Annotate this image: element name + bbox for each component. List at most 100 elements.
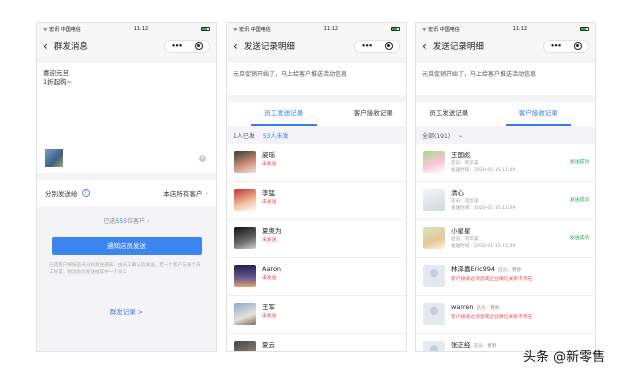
list-item[interactable]: 李猛 未发送	[227, 182, 406, 220]
recipient-row[interactable]: 分别发送给 ? 本店所有客户 ›	[37, 180, 216, 206]
avatar	[234, 341, 256, 351]
close-miniprogram-icon[interactable]	[384, 42, 393, 50]
message-line: 喜迎元旦	[43, 69, 69, 77]
mass-records-link[interactable]: 群发记录 >	[37, 306, 216, 316]
staff-name: Aaron	[262, 265, 282, 273]
page-title: 群发消息	[53, 42, 88, 52]
avatar	[234, 151, 256, 173]
nav-bar: ‹ 发送记录明细 •••	[416, 35, 595, 57]
tab-customer-records[interactable]: 客户接收记录	[341, 102, 407, 126]
status-badge: 发送成功	[569, 198, 589, 203]
message-line: 1折起购~	[43, 78, 73, 86]
clock: 11:12	[512, 26, 528, 32]
send-summary: 1人已发 53人未发	[227, 126, 406, 144]
avatar	[234, 189, 256, 211]
filter-label: 全部(191)	[422, 132, 451, 140]
customer-name: 小星星	[451, 227, 471, 235]
status-badge: 未发送	[262, 238, 277, 243]
close-miniprogram-icon[interactable]	[573, 42, 582, 50]
list-item[interactable]: 姿瑶 未发送	[227, 144, 406, 182]
selected-prefix: 已选	[103, 218, 116, 225]
store-label: 店员：刘华美	[451, 237, 479, 242]
selected-count: 555	[115, 218, 128, 225]
nav-bar: ‹ 群发消息 •••	[37, 35, 216, 57]
list-item[interactable]: 夏奥为 未发送	[227, 220, 406, 258]
record-tabs: 员工发送记录 客户接收记录	[227, 102, 406, 126]
message-preview: 元旦促销开始了，马上给客户推送活动信息	[416, 63, 595, 95]
status-badge: 未发送	[262, 200, 277, 205]
status-bar: ᯤ 宏讯 中国电信 11:12	[37, 23, 216, 35]
selected-customers-link[interactable]: 已选555位客户 ›	[37, 216, 216, 225]
close-miniprogram-icon[interactable]	[194, 42, 203, 50]
recipient-value: 本店所有客户	[163, 190, 203, 198]
list-item[interactable]: 王军 未发送	[227, 296, 406, 334]
attached-image-thumbnail[interactable]	[45, 149, 63, 167]
mini-program-capsule: •••	[354, 39, 400, 53]
customer-name: 张正经 店员：曹静	[451, 341, 496, 351]
page-title: 发送记录明细	[432, 42, 484, 52]
sent-count[interactable]: 1人已发	[233, 131, 255, 140]
chevron-down-icon: ⌄	[458, 131, 464, 139]
battery-icon	[579, 27, 589, 31]
record-tabs: 员工发送记录 客户接收记录	[416, 102, 595, 126]
store-label: 店员：曹静	[476, 306, 500, 311]
avatar	[423, 303, 445, 325]
status-bar: ᯤ 宏讯 中国电信 11:12	[416, 23, 595, 35]
store-label: 店员：曹静	[498, 268, 522, 273]
customer-list: 王国彪 店员：刘华美 发送时间：2020-01-15 11:09 发送成功 清心 店员…	[416, 144, 595, 351]
back-icon[interactable]: ‹	[233, 40, 238, 52]
selected-suffix: 位客户	[127, 218, 146, 225]
list-item[interactable]: 小星星 店员：刘华美 发送时间：2020-01-15 11:09 发送成功	[416, 220, 595, 258]
list-item[interactable]: warren 店员：曹静 客户接收过消息或企业微信关系不存在	[416, 296, 595, 334]
carrier-label: ᯤ 宏讯 中国电信	[233, 26, 271, 33]
more-icon[interactable]: •••	[361, 42, 372, 50]
tab-staff-records[interactable]: 员工发送记录	[416, 102, 482, 126]
message-preview: 元旦促销开始了，马上给客户推送活动信息	[227, 63, 406, 95]
nav-bar: ‹ 发送记录明细 •••	[227, 35, 406, 57]
status-badge: 未发送	[262, 162, 277, 167]
carrier-label: ᯤ 宏讯 中国电信	[422, 26, 460, 33]
customer-name-text: 张正经	[451, 341, 471, 349]
help-icon[interactable]: ?	[81, 189, 90, 197]
staff-name: 王军	[262, 303, 275, 311]
customer-name: 王国彪	[451, 151, 471, 159]
store-label: 店员：刘华美	[451, 161, 479, 166]
more-icon[interactable]: •••	[550, 42, 561, 50]
battery-icon	[200, 27, 210, 31]
clear-icon[interactable]: ×	[199, 155, 206, 162]
avatar	[234, 265, 256, 287]
tab-customer-records[interactable]: 客户接收记录	[505, 102, 571, 126]
list-item[interactable]: 夏云	[227, 334, 406, 351]
customer-name: 林泽嘉Eric994 店员：曹静	[451, 265, 533, 275]
clock: 11:12	[323, 26, 339, 32]
unsent-count[interactable]: 53人未发	[263, 131, 289, 140]
clock: 11:12	[133, 26, 149, 32]
list-item[interactable]: 林泽嘉Eric994 店员：曹静客户接收过消息或企业微信关系不存在	[416, 258, 595, 296]
avatar	[423, 151, 445, 173]
phone-screen-mass-message: ᯤ 宏讯 中国电信 11:12 ‹ 群发消息 ••• 喜迎元旦 1折起购~ × …	[36, 22, 217, 352]
chevron-right-icon: ›	[205, 189, 208, 197]
more-icon[interactable]: •••	[171, 42, 182, 50]
avatar	[234, 227, 256, 249]
status-badge: 发送成功	[569, 160, 589, 165]
customer-name-text: warren	[451, 303, 474, 311]
send-time: 发送时间：2020-01-15 11:09	[451, 168, 516, 173]
hint-text: 已选客户将按店员分别发送通知，由员工确认后发送，若一个客户与多个员工好友，则消息…	[49, 263, 201, 275]
chevron-right-icon: ›	[147, 218, 150, 225]
warning-text: 客户接收过消息或企业微信关系不存在	[451, 277, 533, 282]
customer-name-text: 林泽嘉Eric994	[451, 265, 496, 273]
avatar	[423, 189, 445, 211]
tab-staff-records[interactable]: 员工发送记录	[251, 102, 317, 126]
phone-screen-staff-records: ᯤ 宏讯 中国电信 11:12 ‹ 发送记录明细 ••• 元旦促销开始了，马上给…	[226, 22, 407, 352]
filter-dropdown[interactable]: 全部(191) ⌄	[416, 126, 595, 144]
back-icon[interactable]: ‹	[43, 40, 48, 52]
list-item[interactable]: 清心 店员：刘华美 发送时间：2020-01-15 11:09 发送成功	[416, 182, 595, 220]
notify-staff-button[interactable]: 通知店员发送	[51, 237, 202, 255]
list-item[interactable]: Aaron 未发送	[227, 258, 406, 296]
list-item[interactable]: 王国彪店员：刘华美发送时间：2020-01-15 11:09 发送成功	[416, 144, 595, 182]
watermark: 头条 @新零售	[523, 350, 606, 365]
back-icon[interactable]: ‹	[422, 40, 427, 52]
page-title: 发送记录明细	[243, 42, 295, 52]
staff-name: 夏奥为	[262, 227, 282, 235]
message-input[interactable]: 喜迎元旦 1折起购~ ×	[37, 63, 216, 173]
